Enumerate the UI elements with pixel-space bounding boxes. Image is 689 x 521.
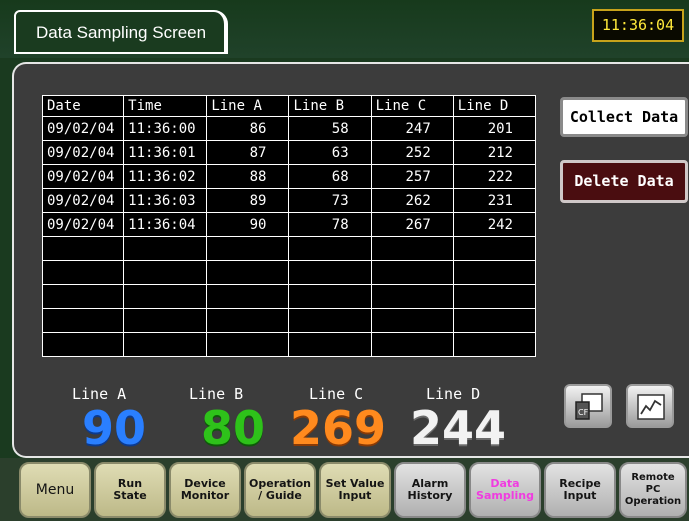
table-cell: 11:36:02 [123, 164, 208, 189]
screen-title: Data Sampling Screen [14, 10, 228, 54]
table-cell: 58 [288, 116, 372, 141]
table-cell: 11:36:00 [123, 116, 208, 141]
clock-display: 11:36:04 [592, 9, 684, 42]
column-header: Line B [288, 95, 372, 117]
nav-recipe-input-button[interactable]: Recipe Input [544, 462, 616, 518]
table-row-empty [41, 332, 537, 357]
line-d-value: 244 [410, 401, 507, 455]
table-cell: 90 [206, 212, 290, 237]
nav-operation-guide-button[interactable]: Operation / Guide [244, 462, 316, 518]
table-cell: 09/02/04 [41, 116, 125, 141]
table-cell: 11:36:04 [123, 212, 208, 237]
table-cell: 78 [288, 212, 372, 237]
column-header: Line D [452, 95, 537, 117]
table-row[interactable]: 09/02/04 11:36:01 87 63 252 212 [41, 140, 537, 165]
table-cell: 89 [206, 188, 290, 213]
nav-run-state-button[interactable]: Run State [94, 462, 166, 518]
table-cell: 11:36:01 [123, 140, 208, 165]
nav-alarm-history-button[interactable]: Alarm History [394, 462, 466, 518]
svg-text:CF: CF [578, 408, 589, 417]
table-cell: 87 [206, 140, 290, 165]
table-cell: 09/02/04 [41, 140, 125, 165]
delete-data-button[interactable]: Delete Data [560, 160, 688, 203]
table-cell: 11:36:03 [123, 188, 208, 213]
cf-card-button[interactable]: CF [564, 384, 612, 428]
table-cell: 257 [370, 164, 454, 189]
table-cell: 201 [452, 116, 537, 141]
table-row[interactable]: 09/02/04 11:36:00 86 58 247 201 [41, 116, 537, 141]
table-row-empty [41, 260, 537, 285]
nav-set-value-input-button[interactable]: Set Value Input [319, 462, 391, 518]
nav-menu-button[interactable]: Menu [19, 462, 91, 518]
table-cell: 09/02/04 [41, 212, 125, 237]
table-header-row: Date Time Line A Line B Line C Line D [41, 95, 537, 117]
table-row[interactable]: 09/02/04 11:36:02 88 68 257 222 [41, 164, 537, 189]
line-c-value: 269 [290, 401, 387, 455]
table-cell: 242 [452, 212, 537, 237]
nav-data-sampling-button[interactable]: Data Sampling [469, 462, 541, 518]
table-row-empty [41, 284, 537, 309]
nav-remote-pc-operation-button[interactable]: Remote PC Operation [619, 462, 687, 518]
table-cell: 68 [288, 164, 372, 189]
table-row[interactable]: 09/02/04 11:36:03 89 73 262 231 [41, 188, 537, 213]
line-b-value: 80 [201, 401, 266, 455]
table-row-empty [41, 308, 537, 333]
trend-graph-button[interactable] [626, 384, 674, 428]
column-header: Line C [370, 95, 454, 117]
table-cell: 212 [452, 140, 537, 165]
table-cell: 73 [288, 188, 372, 213]
column-header: Time [123, 95, 208, 117]
nav-device-monitor-button[interactable]: Device Monitor [169, 462, 241, 518]
collect-data-button[interactable]: Collect Data [560, 97, 688, 137]
table-cell: 63 [288, 140, 372, 165]
table-cell: 247 [370, 116, 454, 141]
table-cell: 222 [452, 164, 537, 189]
cf-card-icon: CF [575, 393, 603, 420]
table-cell: 252 [370, 140, 454, 165]
table-cell: 88 [206, 164, 290, 189]
table-cell: 267 [370, 212, 454, 237]
line-a-value: 90 [82, 401, 147, 455]
table-row-empty [41, 236, 537, 261]
table-cell: 09/02/04 [41, 188, 125, 213]
table-cell: 262 [370, 188, 454, 213]
table-cell: 86 [206, 116, 290, 141]
column-header: Date [41, 95, 125, 117]
sampling-table: Date Time Line A Line B Line C Line D 09… [41, 95, 537, 357]
trend-graph-icon [637, 394, 665, 420]
table-row[interactable]: 09/02/04 11:36:04 90 78 267 242 [41, 212, 537, 237]
table-cell: 09/02/04 [41, 164, 125, 189]
column-header: Line A [206, 95, 290, 117]
table-cell: 231 [452, 188, 537, 213]
